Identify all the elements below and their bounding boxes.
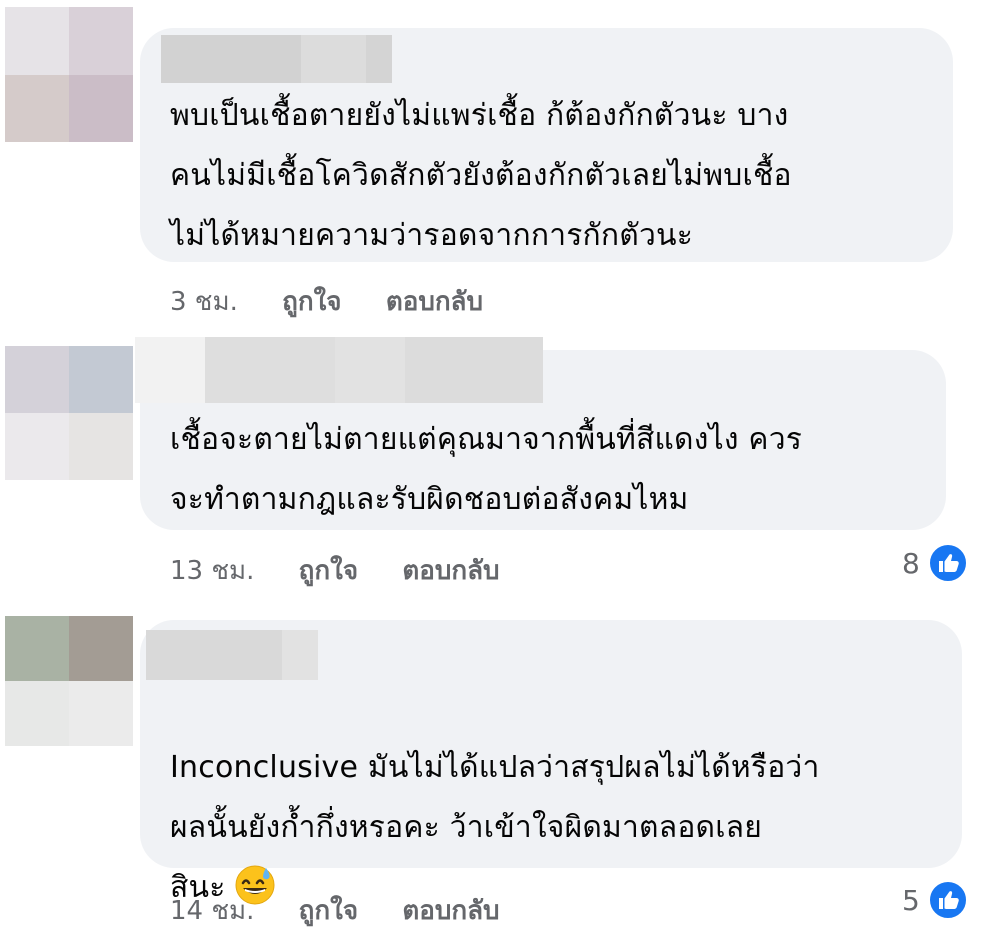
comment-1: พบเป็นเชื้อตายยังไม่แพร่เชื้อ ก้ต้องกักต… [0, 0, 1000, 330]
reaction-count: 8 [902, 546, 920, 580]
thumbs-up-icon [927, 880, 968, 920]
comment-time: 3 ชม. [170, 287, 238, 317]
comment-time: 14 ชม. [170, 896, 255, 926]
like-button[interactable]: ถูกใจ [299, 556, 358, 586]
comment-3: Inconclusive มันไม่ได้แปลว่าสรุปผลไม่ได้… [0, 600, 1000, 945]
commenter-name-blurred[interactable] [135, 337, 543, 403]
comment-text: เชื้อจะตายไม่ตายแต่คุณมาจากพื้นที่สีแดงไ… [170, 422, 803, 517]
comment-text: Inconclusive มันไม่ได้แปลว่าสรุปผลไม่ได้… [170, 678, 950, 918]
comment-meta: 13 ชม. ถูกใจ ตอบกลับ [170, 550, 500, 591]
reply-button[interactable]: ตอบกลับ [402, 896, 499, 926]
reply-button[interactable]: ตอบกลับ [402, 556, 499, 586]
reply-button[interactable]: ตอบกลับ [386, 287, 483, 317]
avatar[interactable] [5, 346, 133, 480]
reaction-summary[interactable]: 5 [902, 880, 968, 920]
commenter-name-blurred[interactable] [161, 35, 392, 83]
avatar[interactable] [5, 616, 133, 746]
like-button[interactable]: ถูกใจ [299, 896, 358, 926]
reaction-summary[interactable]: 8 [902, 543, 968, 583]
comment-meta: 3 ชม. ถูกใจ ตอบกลับ [170, 281, 483, 322]
reaction-count: 5 [902, 883, 920, 917]
thumbs-up-icon [927, 543, 968, 583]
comment-time: 13 ชม. [170, 556, 255, 586]
like-button[interactable]: ถูกใจ [282, 287, 341, 317]
commenter-name-blurred[interactable] [146, 630, 318, 680]
avatar[interactable] [5, 7, 133, 142]
comment-meta: 14 ชม. ถูกใจ ตอบกลับ [170, 890, 500, 931]
comment-text: พบเป็นเชื้อตายยังไม่แพร่เชื้อ ก้ต้องกักต… [170, 98, 792, 253]
comment-2: เชื้อจะตายไม่ตายแต่คุณมาจากพื้นที่สีแดงไ… [0, 330, 1000, 600]
